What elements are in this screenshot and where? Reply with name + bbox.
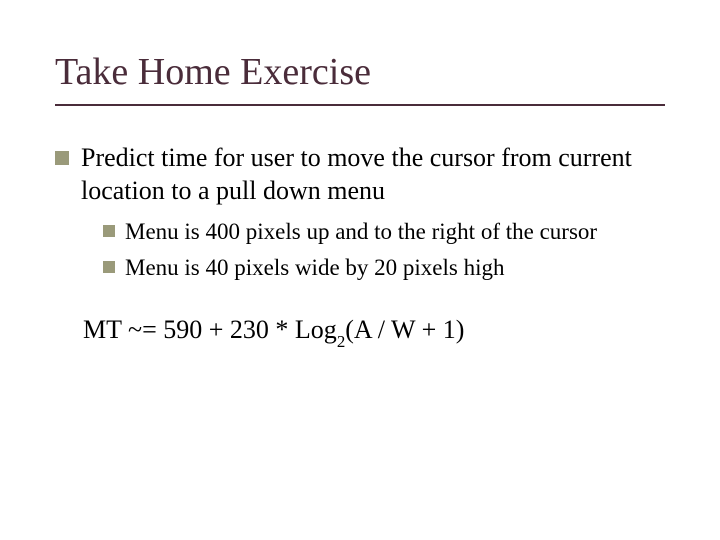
equation-line: MT ~= 590 + 230 * Log2(A / W + 1) (83, 315, 665, 349)
square-bullet-icon (103, 225, 115, 237)
slide-content: Take Home Exercise Predict time for user… (0, 0, 720, 389)
main-bullet-row: Predict time for user to move the cursor… (55, 142, 665, 207)
sub-bullet-row: Menu is 400 pixels up and to the right o… (103, 217, 665, 247)
main-bullet-text: Predict time for user to move the cursor… (81, 142, 665, 207)
equation-prefix: MT ~= 590 + 230 * Log (83, 315, 337, 344)
sub-bullet-row: Menu is 40 pixels wide by 20 pixels high (103, 253, 665, 283)
square-bullet-icon (55, 151, 69, 165)
slide-title: Take Home Exercise (55, 50, 665, 106)
square-bullet-icon (103, 261, 115, 273)
sub-bullet-text: Menu is 400 pixels up and to the right o… (125, 217, 597, 247)
equation-subscript: 2 (337, 332, 345, 351)
sub-bullet-text: Menu is 40 pixels wide by 20 pixels high (125, 253, 504, 283)
equation-suffix: (A / W + 1) (345, 315, 464, 344)
sub-bullets-container: Menu is 400 pixels up and to the right o… (55, 217, 665, 283)
